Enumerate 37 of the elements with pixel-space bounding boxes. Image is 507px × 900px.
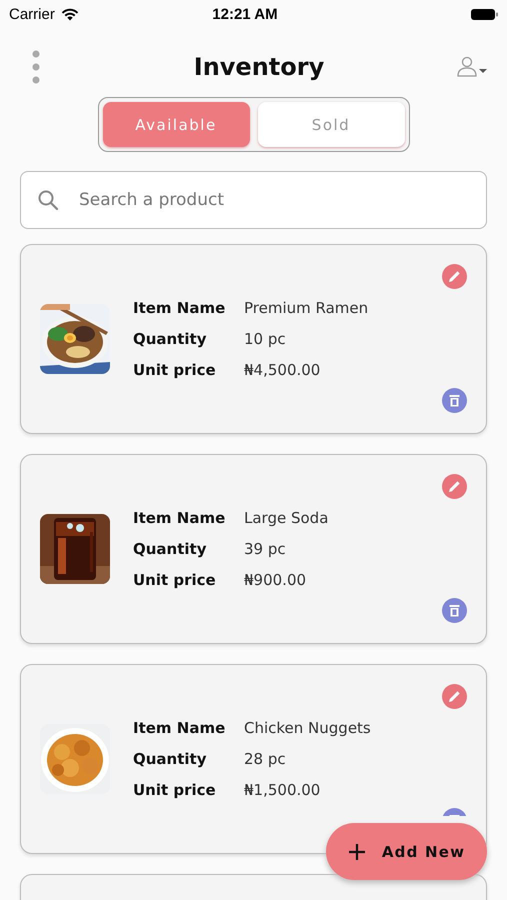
field-value: ₦900.00 [244, 571, 308, 589]
field-label: Unit price [133, 571, 217, 589]
field-value: Large Soda [244, 509, 330, 527]
field-label: Item Name [133, 299, 226, 317]
field-label: Quantity [133, 540, 208, 558]
field-label: Quantity [133, 330, 208, 348]
add-new-button[interactable]: Add New [326, 823, 487, 880]
search-input[interactable]: Search a product [77, 189, 470, 211]
more-options-icon[interactable] [31, 50, 41, 84]
wifi-icon [60, 8, 79, 20]
tab[interactable]: Sold [258, 102, 404, 147]
field-label: Quantity [133, 750, 208, 768]
field-value: 10 pc [244, 330, 287, 348]
delete-icon[interactable] [442, 388, 467, 413]
carrier-label: Carrier [9, 6, 55, 22]
edit-icon[interactable] [442, 684, 467, 709]
field-value: Chicken Nuggets [244, 719, 372, 737]
delete-icon[interactable] [442, 598, 467, 623]
tab[interactable]: Available [102, 102, 250, 147]
field-value: 39 pc [244, 540, 287, 558]
field-label: Item Name [133, 509, 226, 527]
field-label: Item Name [133, 719, 226, 737]
field-value: Premium Ramen [244, 299, 370, 317]
field-label: Unit price [133, 781, 217, 799]
field-value: 28 pc [244, 750, 287, 768]
field-value: ₦4,500.00 [244, 361, 322, 379]
edit-icon[interactable] [442, 264, 467, 289]
search-icon [37, 189, 59, 211]
plus-icon [348, 842, 366, 860]
search-field[interactable]: Search a product [20, 171, 487, 229]
edit-icon[interactable] [442, 474, 467, 499]
battery-icon [471, 8, 498, 20]
clock-time: 12:21 AM [211, 6, 279, 22]
user-menu-icon[interactable] [457, 56, 489, 78]
field-value: ₦1,500.00 [244, 781, 322, 799]
page-title: Inventory [194, 53, 324, 81]
field-label: Unit price [133, 361, 217, 379]
